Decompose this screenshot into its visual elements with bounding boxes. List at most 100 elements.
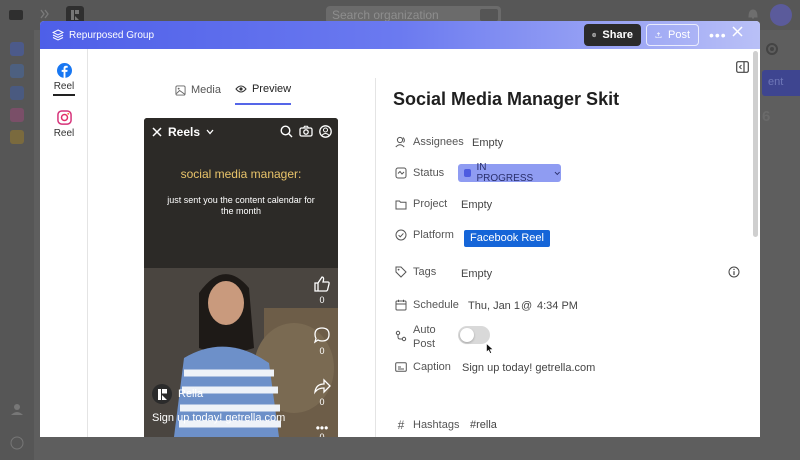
tab-preview[interactable]: Preview: [234, 83, 292, 105]
more-action: ••• 0: [312, 422, 332, 437]
user-avatar[interactable]: [770, 4, 792, 26]
folder-icon: [395, 200, 407, 209]
status-field: Status: [395, 167, 444, 179]
autopost-label-line-1: Auto: [413, 324, 436, 336]
upload-icon: [655, 32, 662, 38]
collapse-panel-icon[interactable]: [736, 61, 749, 73]
scrollbar[interactable]: [753, 51, 758, 237]
group-title: Repurposed Group: [69, 29, 155, 41]
modal-header: Repurposed Group Share Post •••: [40, 21, 760, 49]
platform-value[interactable]: Facebook Reel: [464, 230, 550, 247]
instagram-icon: [56, 110, 72, 125]
reels-topbar: Reels: [144, 118, 338, 146]
rail-label-instagram: Reel: [53, 128, 75, 139]
add-user-icon[interactable]: [10, 402, 24, 416]
mouse-cursor-icon: [486, 343, 494, 354]
author-avatar: [152, 384, 172, 404]
chevron-down-icon: [555, 171, 561, 175]
background-primary-button[interactable]: ent: [762, 70, 800, 96]
more-count: 0: [319, 432, 325, 437]
route-icon: [395, 330, 407, 342]
like-action: 0: [312, 275, 332, 305]
app-logo-icon: [9, 10, 23, 20]
autopost-label: Auto Post: [413, 323, 436, 351]
reels-title: Reels: [168, 125, 201, 139]
project-label: Project: [413, 198, 448, 210]
autopost-toggle[interactable]: [458, 326, 490, 344]
toggle-knob: [460, 328, 474, 342]
overlay-subtitle: just sent you the content calendar for t…: [167, 195, 315, 216]
rella-logo-icon: [157, 388, 167, 400]
status-value: IN PROGRESS: [476, 162, 534, 184]
background-button-label: ent: [768, 76, 784, 88]
org-search-placeholder: Search organization: [332, 8, 439, 22]
tag-icon: [395, 266, 407, 278]
autopost-label-line-2: Post: [413, 338, 436, 350]
share-count: 0: [319, 397, 325, 407]
platform-label: Platform: [413, 229, 454, 241]
tab-preview-label: Preview: [251, 83, 292, 95]
space-avatar-4[interactable]: [10, 108, 24, 122]
globe-icon: [592, 32, 597, 38]
tags-value[interactable]: Empty: [461, 268, 492, 280]
post-button[interactable]: Post: [646, 24, 699, 46]
overlay-title: social media manager:: [180, 167, 302, 181]
space-avatar-5[interactable]: [10, 130, 24, 144]
rail-label-facebook: Reel: [53, 81, 75, 92]
user-icon: [395, 136, 405, 148]
rail-active-indicator: [53, 94, 75, 96]
bell-icon[interactable]: [746, 7, 760, 21]
space-avatar-3[interactable]: [10, 86, 24, 100]
post-detail-modal: Repurposed Group Share Post ••• Reel Ree…: [40, 21, 760, 437]
pane-divider: [375, 78, 376, 437]
reel-author: Rella: [152, 384, 203, 404]
status-icon: [395, 167, 407, 179]
search-icon: [280, 125, 293, 138]
tags-label: Tags: [413, 266, 437, 278]
help-icon[interactable]: [10, 436, 24, 450]
autopost-field: Auto Post: [395, 323, 436, 351]
layers-icon: [52, 29, 64, 41]
caption-label: Caption: [413, 361, 451, 373]
author-name: Rella: [178, 388, 204, 400]
caption-value[interactable]: Sign up today! getrella.com: [462, 362, 595, 374]
hashtags-value[interactable]: #rella: [470, 419, 497, 431]
image-icon: [175, 84, 186, 96]
share-button[interactable]: Share: [584, 24, 641, 46]
schedule-at: @: [521, 300, 533, 312]
chevron-down-icon: [206, 129, 214, 135]
project-field: Project: [395, 198, 447, 210]
post-title[interactable]: Social Media Manager Skit: [393, 89, 619, 110]
status-select[interactable]: IN PROGRESS: [458, 162, 561, 184]
platform-field: Platform: [395, 229, 454, 241]
comment-action: 0: [312, 326, 332, 356]
tab-media[interactable]: Media: [175, 83, 221, 105]
schedule-time[interactable]: 4:34 PM: [537, 300, 578, 312]
tab-media-label: Media: [191, 84, 221, 96]
status-label: Status: [413, 167, 445, 179]
space-avatar-1[interactable]: [10, 42, 24, 56]
reel-caption: Sign up today! getrella.com: [152, 412, 286, 424]
comment-count: 0: [319, 346, 325, 356]
like-count: 0: [319, 295, 325, 305]
post-label: Post: [667, 29, 690, 41]
rail-item-facebook-reel[interactable]: Reel: [40, 63, 88, 96]
close-icon[interactable]: [732, 26, 743, 37]
project-value[interactable]: Empty: [461, 199, 492, 211]
settings-gear-icon[interactable]: [764, 41, 780, 57]
background-count: 6: [762, 108, 771, 125]
more-options-icon[interactable]: •••: [709, 27, 727, 43]
assignees-value[interactable]: Empty: [472, 137, 503, 149]
camera-icon: [299, 125, 313, 137]
reel-preview: Reels social media manager: just sent yo…: [144, 118, 338, 437]
share-action: 0: [312, 377, 332, 407]
space-avatar-2[interactable]: [10, 64, 24, 78]
schedule-date[interactable]: Thu, Jan 1: [468, 300, 520, 312]
info-icon[interactable]: [728, 266, 740, 278]
thumbs-up-icon: [314, 276, 330, 292]
hashtag-icon: #: [397, 418, 405, 432]
comment-icon: [313, 327, 330, 344]
rail-item-instagram-reel[interactable]: Reel: [40, 110, 88, 139]
expand-sidebar-icon[interactable]: [40, 9, 50, 19]
calendar-icon: [395, 299, 407, 311]
